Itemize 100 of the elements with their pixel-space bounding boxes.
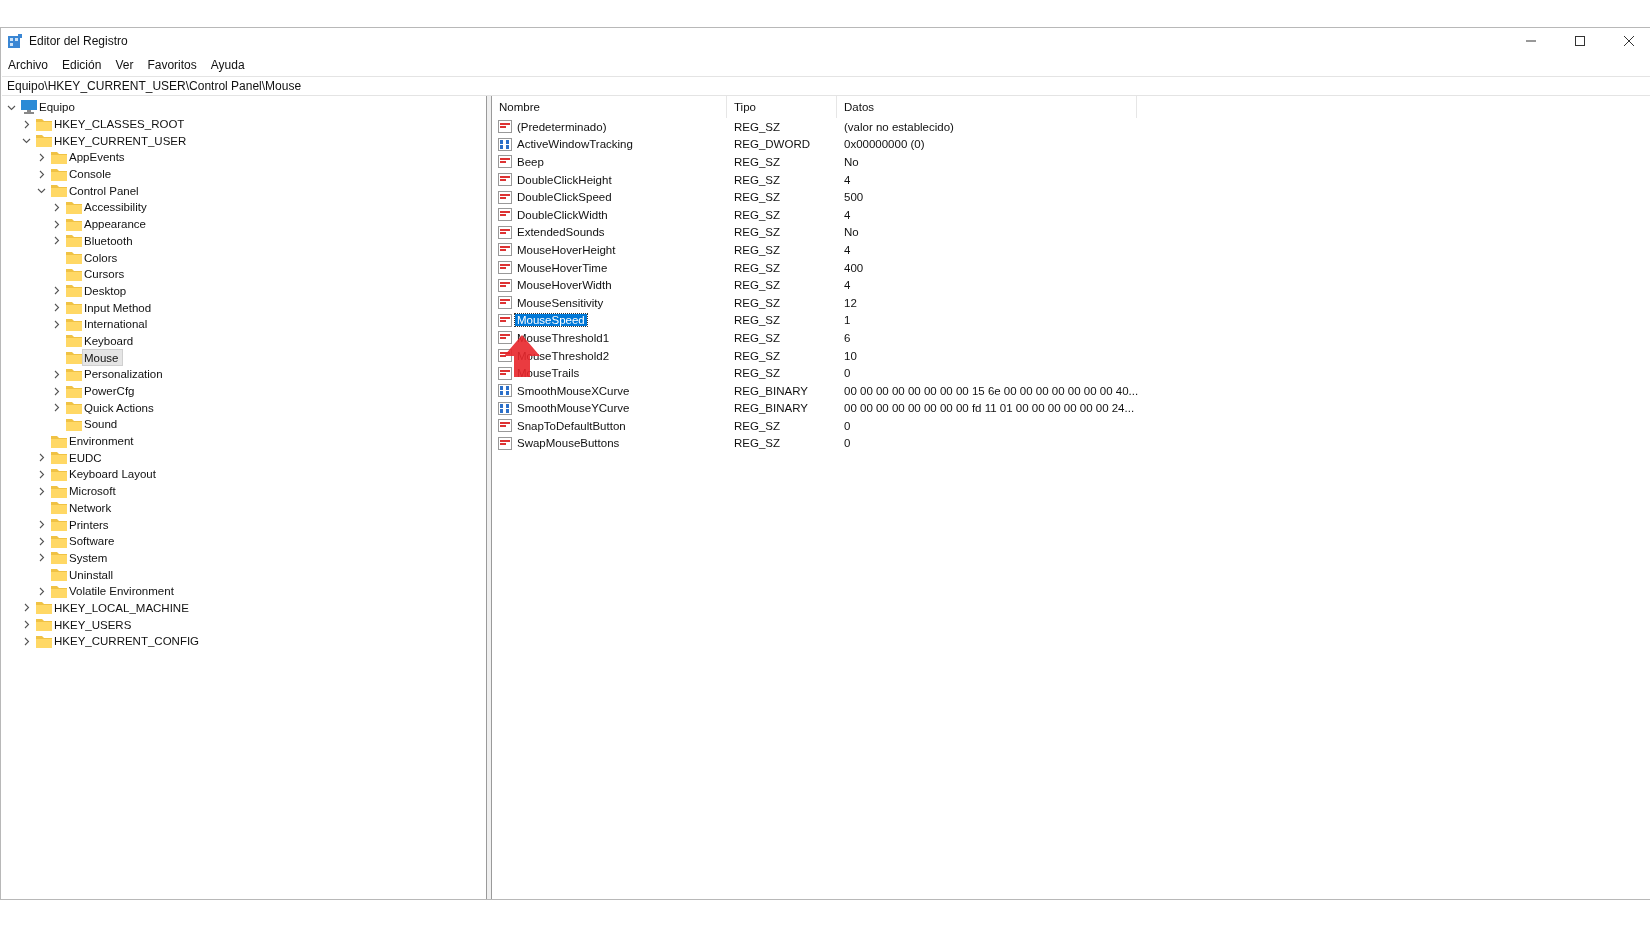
tree-item[interactable]: International (82, 315, 152, 333)
tree-item[interactable]: Cursors (82, 265, 129, 283)
value-name[interactable]: (Predeterminado) (515, 120, 609, 133)
value-data: 500 (843, 191, 865, 204)
tree-item[interactable]: Microsoft (67, 482, 120, 500)
tree-item[interactable]: Software (67, 532, 119, 550)
tree-item[interactable]: Sound (82, 415, 122, 433)
tree-item[interactable]: HKEY_CURRENT_CONFIG (52, 632, 204, 650)
expand-chevron-icon[interactable] (52, 219, 61, 229)
tree-item[interactable]: Colors (82, 249, 122, 267)
folder-icon (66, 301, 82, 315)
value-name[interactable]: DoubleClickHeight (515, 173, 614, 186)
binary-value-icon (498, 137, 512, 151)
expand-chevron-icon[interactable] (52, 286, 61, 296)
value-name[interactable]: ExtendedSounds (515, 226, 607, 239)
value-data: 400 (843, 261, 865, 274)
window-title: Editor del Registro (29, 34, 129, 48)
tree-item[interactable]: Quick Actions (82, 399, 158, 417)
value-data: 10 (843, 349, 858, 362)
value-name[interactable]: MouseSensitivity (515, 296, 606, 309)
column-header[interactable]: Tipo (727, 96, 837, 118)
folder-icon (66, 334, 82, 348)
menu-item[interactable]: Favoritos (147, 58, 197, 72)
expand-chevron-icon[interactable] (37, 152, 46, 162)
value-name[interactable]: SwapMouseButtons (515, 437, 622, 450)
value-data: No (843, 156, 860, 168)
tree-item[interactable]: AppEvents (67, 148, 129, 166)
value-name[interactable]: MouseThreshold1 (515, 331, 612, 344)
tree-item[interactable]: PowerCfg (82, 382, 139, 400)
collapse-chevron-icon[interactable] (22, 136, 31, 146)
value-name[interactable]: MouseHoverTime (515, 261, 610, 274)
tree-item[interactable]: HKEY_CURRENT_USER (52, 132, 191, 150)
expand-chevron-icon[interactable] (37, 520, 46, 530)
value-name[interactable]: SmoothMouseXCurve (515, 384, 632, 397)
tree-item[interactable]: System (67, 549, 112, 567)
menu-item[interactable]: Ver (115, 58, 134, 72)
expand-chevron-icon[interactable] (52, 319, 61, 329)
expand-chevron-icon[interactable] (22, 620, 31, 630)
tree-item[interactable]: Uninstall (67, 566, 118, 584)
folder-icon (66, 417, 82, 431)
expand-chevron-icon[interactable] (52, 403, 61, 413)
menu-item[interactable]: Edición (62, 58, 102, 72)
tree-item[interactable]: Environment (67, 432, 138, 450)
value-name[interactable]: SnapToDefaultButton (515, 419, 628, 432)
value-name[interactable]: MouseHoverWidth (515, 279, 614, 292)
value-type: REG_SZ (733, 120, 781, 133)
expand-chevron-icon[interactable] (52, 369, 61, 379)
expand-chevron-icon[interactable] (22, 603, 31, 613)
expand-chevron-icon[interactable] (37, 553, 46, 563)
string-value-icon (498, 437, 512, 450)
column-header[interactable]: Datos (837, 96, 1137, 118)
tree-item[interactable]: Accessibility (82, 198, 151, 216)
value-name[interactable]: ActiveWindowTracking (515, 138, 635, 151)
value-name[interactable]: SmoothMouseYCurve (515, 402, 632, 415)
folder-icon (66, 267, 82, 281)
expand-chevron-icon[interactable] (37, 486, 46, 496)
menu-item[interactable]: Archivo (8, 58, 48, 72)
tree-item[interactable]: Mouse (82, 349, 123, 367)
expand-chevron-icon[interactable] (37, 469, 46, 479)
expand-chevron-icon[interactable] (37, 453, 46, 463)
tree-item[interactable]: Volatile Environment (67, 582, 178, 600)
value-name[interactable]: Beep (515, 156, 546, 168)
menu-item[interactable]: Ayuda (210, 58, 245, 72)
tree-item[interactable]: Bluetooth (82, 232, 137, 250)
tree-item[interactable]: HKEY_LOCAL_MACHINE (52, 599, 193, 617)
tree-item[interactable]: Input Method (82, 299, 156, 317)
tree-item[interactable]: Appearance (82, 215, 151, 233)
tree-item[interactable]: Printers (67, 516, 113, 534)
tree-item[interactable]: Keyboard Layout (67, 465, 160, 483)
address-bar[interactable]: Equipo\HKEY_CURRENT_USER\Control Panel\Mouse (2, 76, 1650, 96)
tree-item[interactable]: Control Panel (67, 182, 143, 200)
expand-chevron-icon[interactable] (52, 303, 61, 313)
expand-chevron-icon[interactable] (22, 636, 31, 646)
expand-chevron-icon[interactable] (52, 236, 61, 246)
column-header[interactable]: Nombre (492, 96, 727, 118)
tree-item[interactable]: HKEY_CLASSES_ROOT (52, 115, 189, 133)
value-data: 4 (843, 243, 852, 256)
folder-icon (66, 217, 82, 231)
expand-chevron-icon[interactable] (52, 386, 61, 396)
tree-item[interactable]: EUDC (67, 449, 106, 467)
expand-chevron-icon[interactable] (37, 586, 46, 596)
tree-item[interactable]: Personalization (82, 365, 167, 383)
string-value-icon (498, 296, 512, 310)
tree-item[interactable]: Desktop (82, 282, 131, 300)
value-name[interactable]: DoubleClickSpeed (515, 191, 614, 204)
value-name[interactable]: MouseSpeed (515, 314, 587, 327)
tree-item[interactable]: HKEY_USERS (52, 616, 136, 634)
folder-icon (51, 518, 67, 532)
tree-item[interactable]: Network (67, 499, 116, 517)
expand-chevron-icon[interactable] (52, 202, 61, 212)
tree-item[interactable]: Equipo (37, 98, 79, 116)
tree-item[interactable]: Console (67, 165, 116, 183)
tree-item[interactable]: Keyboard (82, 332, 138, 350)
expand-chevron-icon[interactable] (22, 119, 31, 129)
collapse-chevron-icon[interactable] (37, 186, 46, 196)
expand-chevron-icon[interactable] (37, 536, 46, 546)
value-name[interactable]: MouseHoverHeight (515, 243, 618, 256)
expand-chevron-icon[interactable] (37, 169, 46, 179)
folder-icon (51, 551, 67, 565)
value-name[interactable]: DoubleClickWidth (515, 208, 610, 221)
